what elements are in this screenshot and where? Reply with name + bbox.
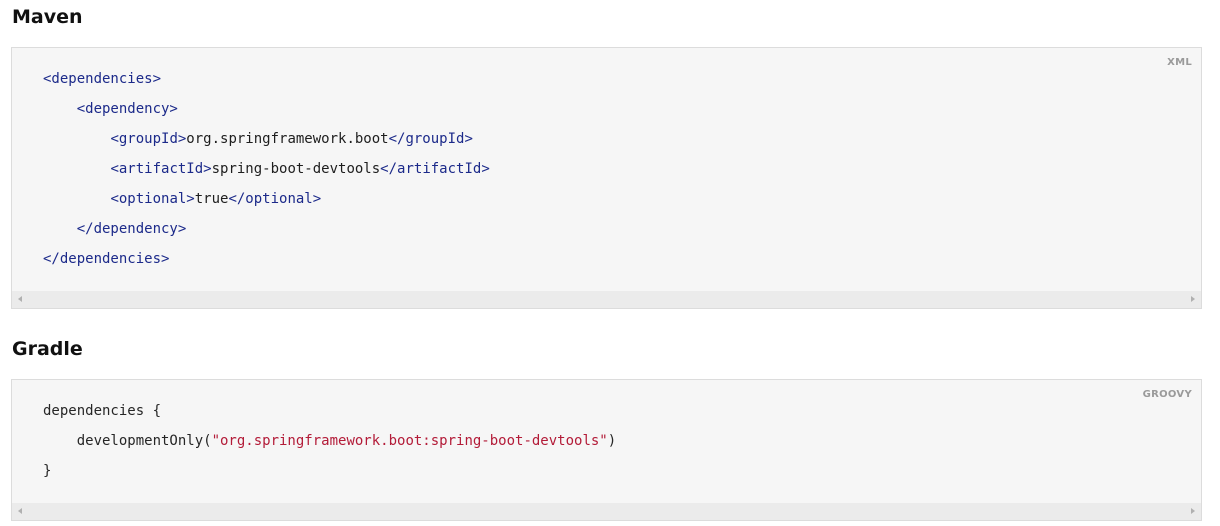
- code-token: true: [194, 191, 229, 207]
- language-label: GROOVY: [1142, 389, 1192, 400]
- code-token: spring-boot-devtools: [211, 161, 381, 177]
- xml-tag: </artifactId>: [380, 161, 490, 177]
- code-line: developmentOnly("org.springframework.boo…: [43, 426, 616, 456]
- xml-tag: </groupId>: [388, 131, 473, 147]
- horizontal-scrollbar[interactable]: [12, 291, 1201, 308]
- gradle-heading: Gradle: [12, 338, 83, 360]
- scroll-right-icon[interactable]: [1191, 296, 1195, 302]
- code-line: }: [43, 456, 616, 486]
- code-token: developmentOnly(: [76, 433, 212, 449]
- maven-heading: Maven: [12, 6, 83, 28]
- code-line: <dependencies>: [43, 64, 490, 94]
- xml-tag: <dependencies>: [43, 71, 162, 87]
- xml-tag: </dependencies>: [43, 251, 170, 267]
- code-line: </dependency>: [43, 214, 490, 244]
- code-line: <dependency>: [43, 94, 490, 124]
- language-label: XML: [1167, 57, 1192, 68]
- xml-tag: <artifactId>: [110, 161, 212, 177]
- scroll-left-icon[interactable]: [18, 296, 22, 302]
- code-token: }: [43, 463, 52, 479]
- xml-tag: </optional>: [228, 191, 322, 207]
- xml-tag: </dependency>: [76, 221, 187, 237]
- code-token: org.springframework.boot: [186, 131, 389, 147]
- maven-code-block[interactable]: XML <dependencies> <dependency> <groupId…: [11, 47, 1202, 309]
- code-line: dependencies {: [43, 396, 616, 426]
- gradle-code-block[interactable]: GROOVY dependencies { developmentOnly("o…: [11, 379, 1202, 521]
- code-lines: dependencies { developmentOnly("org.spri…: [43, 396, 616, 486]
- code-token: ): [607, 433, 617, 449]
- xml-tag: <groupId>: [110, 131, 187, 147]
- code-line: </dependencies>: [43, 244, 490, 274]
- horizontal-scrollbar[interactable]: [12, 503, 1201, 520]
- scroll-left-icon[interactable]: [18, 508, 22, 514]
- code-line: <artifactId>spring-boot-devtools</artifa…: [43, 154, 490, 184]
- code-line: <groupId>org.springframework.boot</group…: [43, 124, 490, 154]
- scroll-right-icon[interactable]: [1191, 508, 1195, 514]
- code-line: <optional>true</optional>: [43, 184, 490, 214]
- string-literal: "org.springframework.boot:spring-boot-de…: [211, 433, 608, 449]
- code-token: dependencies {: [43, 403, 162, 419]
- xml-tag: <optional>: [110, 191, 195, 207]
- code-lines: <dependencies> <dependency> <groupId>org…: [43, 64, 490, 274]
- xml-tag: <dependency>: [76, 101, 178, 117]
